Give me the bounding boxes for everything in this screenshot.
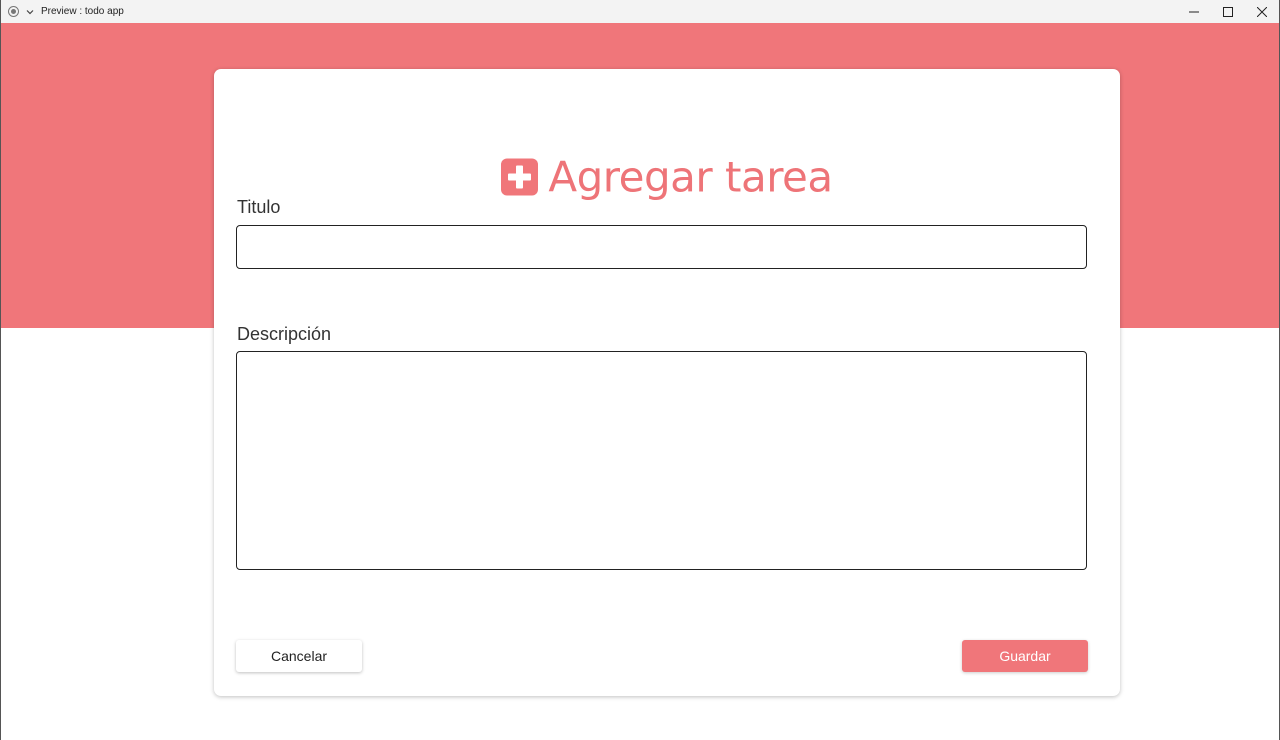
window-controls [1177,0,1279,23]
plus-square-icon [501,158,539,196]
chevron-down-icon[interactable] [25,7,35,17]
window-title: Preview : todo app [41,6,124,17]
close-button[interactable] [1245,0,1279,23]
description-textarea[interactable] [236,351,1087,570]
title-label: Titulo [237,197,281,217]
minimize-button[interactable] [1177,0,1211,23]
app-window: Preview : todo app Agregar tarea Titulo … [0,0,1280,740]
title-bar: Preview : todo app [1,0,1279,23]
cancel-button[interactable]: Cancelar [236,640,362,672]
card-header: Agregar tarea [214,153,1120,202]
maximize-icon [1223,6,1233,17]
title-input[interactable] [236,225,1087,269]
add-task-card: Agregar tarea Titulo Descripción Cancela… [214,69,1120,696]
page-title: Agregar tarea [548,152,833,202]
app-icon[interactable] [8,6,19,17]
save-button[interactable]: Guardar [962,640,1088,672]
description-label: Descripción [237,324,332,344]
close-icon [1257,6,1267,17]
minimize-icon [1189,11,1199,12]
maximize-button[interactable] [1211,0,1245,23]
